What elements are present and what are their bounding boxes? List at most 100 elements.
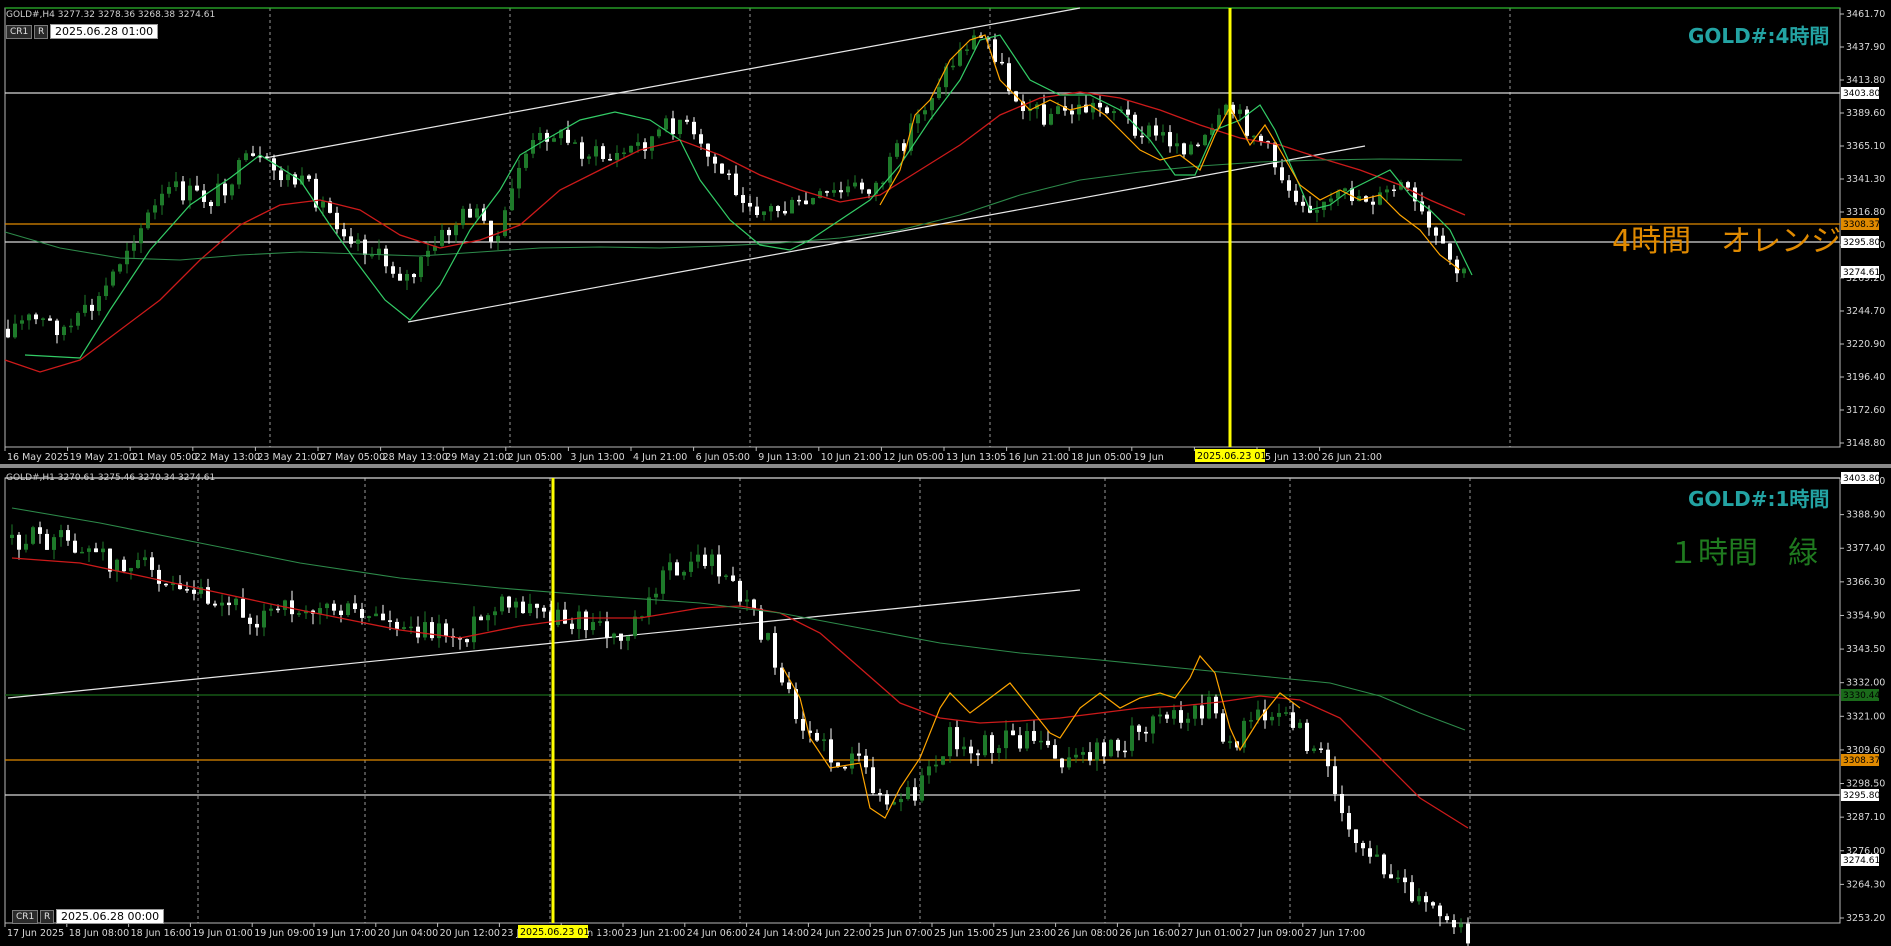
x-axis-label: 20 Jun 04:00 bbox=[378, 928, 438, 939]
candle-body bbox=[1462, 268, 1466, 274]
candle-body bbox=[552, 138, 556, 142]
candle-body bbox=[374, 613, 378, 617]
candle-body bbox=[1452, 920, 1456, 928]
h1-chart-panel[interactable]: 3400.203388.903377.403366.303354.903343.… bbox=[0, 468, 1891, 946]
candle-body bbox=[69, 325, 73, 328]
candle-body bbox=[227, 602, 231, 606]
candle-body bbox=[1039, 740, 1043, 743]
x-axis-label: 19 Jun 09:00 bbox=[254, 928, 314, 939]
x-axis-label: 27 Jun 17:00 bbox=[1305, 928, 1365, 939]
candle-body bbox=[867, 189, 871, 194]
x-axis-label: 21 May 05:00 bbox=[132, 452, 197, 463]
candle-body bbox=[528, 603, 532, 614]
candle-body bbox=[136, 560, 140, 568]
h4-note-text: 4時間 オレンジ bbox=[1612, 224, 1842, 259]
candle-body bbox=[248, 617, 252, 624]
candle-body bbox=[563, 609, 567, 624]
h1-chart-title: GOLD#:1時間 bbox=[1688, 487, 1830, 511]
candle-body bbox=[447, 229, 451, 236]
x-axis-label: 19 Jun 17:00 bbox=[316, 928, 376, 939]
candle-body bbox=[115, 559, 119, 572]
h1-cr1-button[interactable]: CR1 bbox=[12, 910, 39, 924]
candle-body bbox=[1406, 182, 1410, 188]
candle-body bbox=[62, 326, 66, 336]
candle-body bbox=[283, 600, 287, 610]
candle-body bbox=[1329, 198, 1333, 202]
candle-body bbox=[13, 323, 17, 338]
x-axis-label: 16 Jun 21:00 bbox=[1009, 452, 1069, 463]
candle-body bbox=[111, 271, 115, 286]
candle-body bbox=[976, 753, 980, 756]
candle-body bbox=[920, 775, 924, 801]
h4-date-box[interactable]: 2025.06.28 01:00 bbox=[50, 24, 159, 39]
y-axis-label: 3316.80 bbox=[1846, 207, 1885, 218]
candle-body bbox=[325, 603, 329, 609]
candle-body bbox=[545, 132, 549, 142]
h4-r-button[interactable]: R bbox=[34, 25, 49, 39]
candle-body bbox=[6, 328, 10, 338]
candle-body bbox=[1154, 125, 1158, 136]
candle-body bbox=[167, 187, 171, 194]
h4-chart-canvas[interactable]: 3461.70 3437.90 3413.80 3389.60 3365.10 3341.… bbox=[0, 0, 1891, 464]
candle-body bbox=[454, 225, 458, 236]
candle-body bbox=[626, 636, 630, 641]
candle-body bbox=[1403, 877, 1407, 883]
candle-body bbox=[262, 610, 266, 628]
x-axis-label: 2 Jun 05:00 bbox=[508, 452, 562, 463]
candle-body bbox=[423, 622, 427, 638]
x-axis-label: 9 Jun 13:00 bbox=[758, 452, 812, 463]
candle-body bbox=[584, 611, 588, 631]
y-axis-label: 3287.10 bbox=[1846, 812, 1885, 823]
candle-body bbox=[1326, 749, 1330, 767]
candle-body bbox=[318, 608, 322, 614]
candle-body bbox=[790, 199, 794, 214]
candle-body bbox=[129, 567, 133, 572]
candle-body bbox=[20, 320, 24, 324]
candle-body bbox=[1294, 190, 1298, 202]
x-axis-label: 4 Jun 21:00 bbox=[633, 452, 687, 463]
candle-body bbox=[234, 598, 238, 606]
h4-chart-panel[interactable]: 3461.70 3437.90 3413.80 3389.60 3365.10 3341.… bbox=[0, 0, 1891, 464]
candle-body bbox=[402, 627, 406, 629]
h4-cr1-button[interactable]: CR1 bbox=[6, 25, 33, 39]
h1-r-button[interactable]: R bbox=[40, 910, 55, 924]
candle-body bbox=[619, 633, 623, 641]
candle-body bbox=[570, 623, 574, 629]
candle-body bbox=[174, 181, 178, 188]
candle-body bbox=[755, 206, 759, 216]
candle-body bbox=[1238, 109, 1242, 114]
candle-body bbox=[871, 767, 875, 794]
x-axis-label: 26 Jun 08:00 bbox=[1058, 928, 1118, 939]
candle-body bbox=[1347, 813, 1351, 830]
candle-body bbox=[339, 610, 343, 615]
candle-body bbox=[1259, 135, 1263, 142]
h4-green-ma bbox=[4, 158, 1463, 261]
x-axis-label: 22 May 13:00 bbox=[195, 452, 260, 463]
candle-body bbox=[853, 182, 857, 187]
candle-body bbox=[1067, 757, 1071, 768]
h1-green-price-label: 3330.44 bbox=[1843, 691, 1880, 701]
candle-body bbox=[542, 607, 546, 612]
candle-body bbox=[1305, 722, 1309, 751]
candle-body bbox=[951, 65, 955, 68]
candle-body bbox=[192, 589, 196, 594]
candle-body bbox=[864, 755, 868, 768]
candle-body bbox=[66, 530, 70, 541]
candle-body bbox=[122, 559, 126, 572]
candle-body bbox=[734, 173, 738, 196]
candle-body bbox=[738, 580, 742, 602]
y-axis-label: 3437.90 bbox=[1846, 42, 1885, 53]
h1-chart-canvas[interactable]: 3400.203388.903377.403366.303354.903343.… bbox=[0, 468, 1891, 946]
candle-body bbox=[521, 601, 525, 614]
candle-body bbox=[692, 121, 696, 135]
candle-body bbox=[804, 200, 808, 205]
candle-body bbox=[1287, 180, 1291, 191]
candle-body bbox=[486, 615, 490, 621]
candle-body bbox=[955, 727, 959, 750]
candle-body bbox=[279, 170, 283, 181]
candle-body bbox=[913, 787, 917, 801]
candle-body bbox=[822, 739, 826, 741]
candle-body bbox=[1343, 188, 1347, 192]
candle-body bbox=[598, 621, 602, 623]
h1-date-box[interactable]: 2025.06.28 00:00 bbox=[56, 909, 165, 924]
